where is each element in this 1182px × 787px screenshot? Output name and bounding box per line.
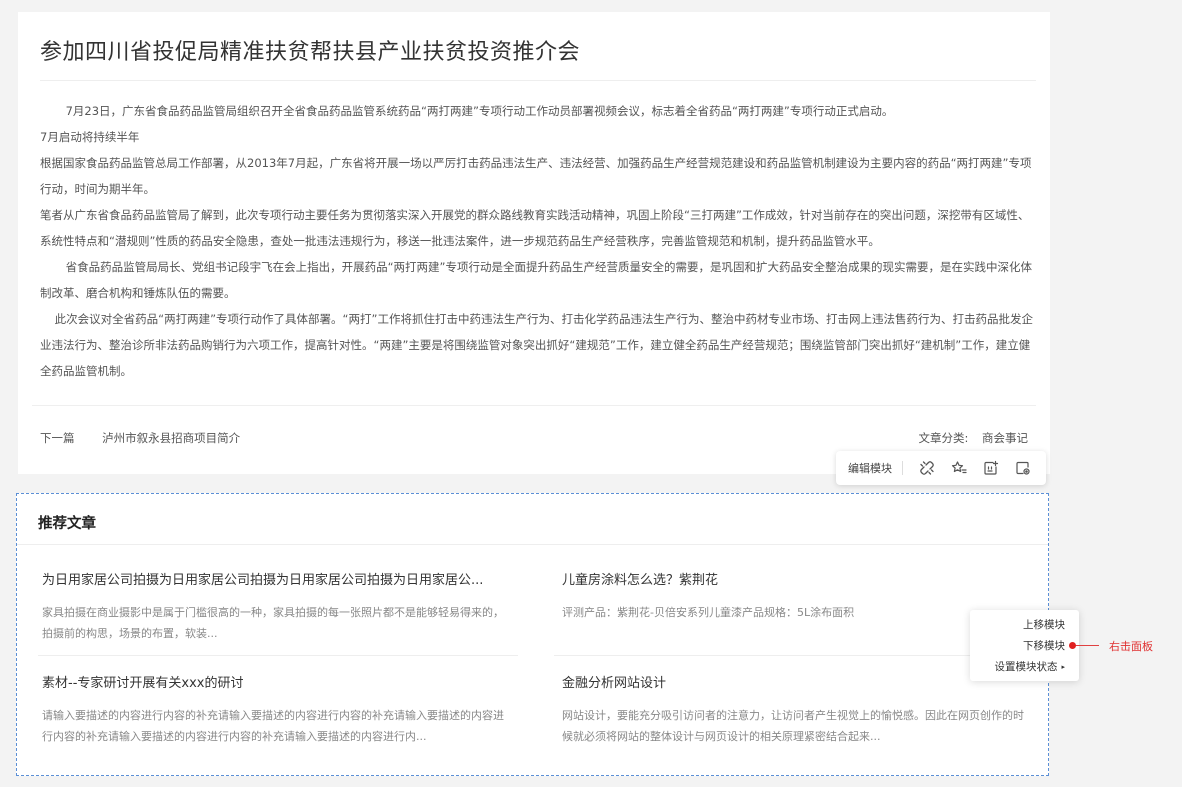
recommend-item-desc: 评测产品：紫荆花-贝倍安系列儿童漆产品规格：5L涂布面积 [562,606,855,619]
row-divider [554,655,1026,656]
recommend-item-title[interactable]: 素材--专家研讨开展有关xxx的研讨 [42,672,514,691]
recommend-title: 推荐文章 [38,516,96,532]
submenu-caret-icon: ▸ [1061,663,1065,671]
annotation-dot [1069,642,1076,649]
article-paragraph: 笔者从广东省食品药品监管局了解到，此次专项行动主要任务为贯彻落实深入开展党的群众… [40,208,1030,248]
recommend-module[interactable]: 推荐文章 为日用家居公司拍摄为日用家居公司拍摄为日用家居公司拍摄为日用家居公..… [16,493,1049,776]
recommend-item-desc: 网站设计，要能充分吸引访问者的注意力，让访问者产生视觉上的愉悦感。因此在网页创作… [562,709,1024,743]
recommend-item-desc: 家具拍摄在商业摄影中是属于门槛很高的一种，家具拍摄的每一张照片都不是能够轻易得来… [42,606,504,640]
recommend-item[interactable]: 金融分析网站设计 网站设计，要能充分吸引访问者的注意力，让访问者产生视觉上的愉悦… [562,672,1024,747]
category-row: 文章分类: 商会事记 [918,430,1028,446]
menu-item-move-up[interactable]: 上移模块 [970,615,1079,636]
menu-item-move-down[interactable]: 下移模块 [970,636,1079,657]
recommend-item[interactable]: 儿童房涂料怎么选？紫荆花 评测产品：紫荆花-贝倍安系列儿童漆产品规格：5L涂布面… [562,569,1024,623]
unlink-icon[interactable] [911,456,943,480]
page: 参加四川省投促局精准扶贫帮扶县产业扶贫投资推介会 7月23日，广东省食品药品监管… [0,0,1182,787]
recommend-item-desc: 请输入要描述的内容进行内容的补充请输入要描述的内容进行内容的补充请输入要描述的内… [42,709,504,743]
next-article-label: 下一篇 [40,431,75,445]
title-divider [40,80,1036,81]
next-article-link[interactable]: 泸州市叙永县招商项目简介 [102,431,240,445]
recommend-item-title[interactable]: 为日用家居公司拍摄为日用家居公司拍摄为日用家居公司拍摄为日用家居公... [42,569,514,588]
module-toolbar: 编辑模块 [836,451,1046,485]
row-divider [38,655,518,656]
bottom-divider [32,405,1036,406]
annotation-label: 右击面板 [1109,640,1153,653]
module-settings-icon[interactable] [1007,456,1039,480]
article-title: 参加四川省投促局精准扶贫帮扶县产业扶贫投资推介会 [40,40,581,65]
article-body: 7月23日，广东省食品药品监管局组织召开全省食品药品监管系统药品“两打两建”专项… [40,98,1040,384]
recommend-item-title[interactable]: 儿童房涂料怎么选？紫荆花 [562,569,1024,588]
annotation-line [1073,645,1099,646]
article-paragraph: 根据国家食品药品监管总局工作部署，从2013年7月起，广东省将开展一场以严厉打击… [40,156,1032,196]
article-paragraph: 省食品药品监管局局长、党组书记段宇飞在会上指出，开展药品“两打两建”专项行动是全… [40,260,1032,300]
category-label: 文章分类: [918,431,969,445]
recommend-item[interactable]: 为日用家居公司拍摄为日用家居公司拍摄为日用家居公司拍摄为日用家居公... 家具拍… [42,569,514,644]
menu-item-module-state[interactable]: 设置模块状态 ▸ [970,657,1079,678]
article-paragraph: 7月23日，广东省食品药品监管局组织召开全省食品药品监管系统药品“两打两建”专项… [40,104,894,118]
next-article-row: 下一篇 泸州市叙永县招商项目简介 [40,430,240,446]
recommend-item-title[interactable]: 金融分析网站设计 [562,672,1024,691]
context-menu: 上移模块 下移模块 设置模块状态 ▸ [970,610,1079,681]
category-link[interactable]: 商会事记 [982,431,1028,445]
article-card: 参加四川省投促局精准扶贫帮扶县产业扶贫投资推介会 7月23日，广东省食品药品监管… [18,12,1050,474]
add-module-icon[interactable] [975,456,1007,480]
recommend-divider [17,544,1048,545]
menu-item-module-state-label: 设置模块状态 [994,661,1058,673]
star-list-icon[interactable] [943,456,975,480]
article-paragraph: 7月启动将持续半年 [40,130,140,144]
article-paragraph: 此次会议对全省药品“两打两建”专项行动作了具体部署。“两打”工作将抓住打击中药违… [40,312,1033,378]
recommend-item[interactable]: 素材--专家研讨开展有关xxx的研讨 请输入要描述的内容进行内容的补充请输入要描… [42,672,514,747]
toolbar-separator [902,461,903,475]
edit-module-button[interactable]: 编辑模块 [848,460,892,476]
